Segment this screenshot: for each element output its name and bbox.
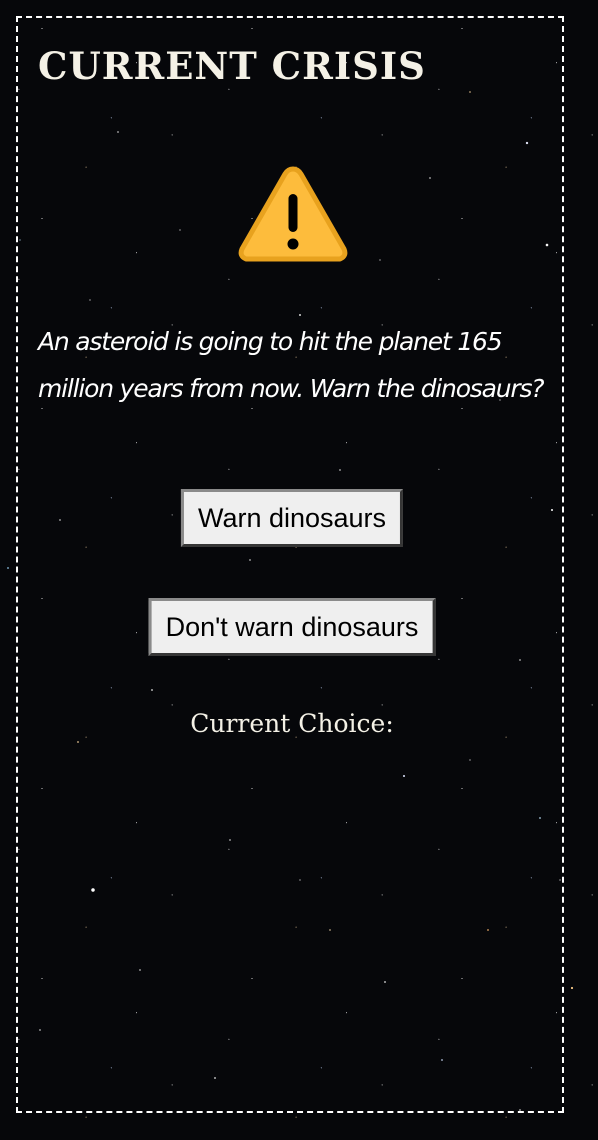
current-choice-label: Current Choice: (190, 709, 394, 738)
warning-icon (236, 161, 350, 265)
current-choice-text: Current Choice: (18, 709, 566, 738)
page-title: CURRENT CRISIS (38, 44, 426, 88)
crisis-panel: CURRENT CRISIS An asteroid is going to h… (16, 16, 564, 1113)
warn-dinosaurs-button[interactable]: Warn dinosaurs (180, 489, 404, 547)
dont-warn-dinosaurs-button[interactable]: Don't warn dinosaurs (148, 598, 436, 656)
crisis-description: An asteroid is going to hit the planet 1… (38, 327, 545, 403)
